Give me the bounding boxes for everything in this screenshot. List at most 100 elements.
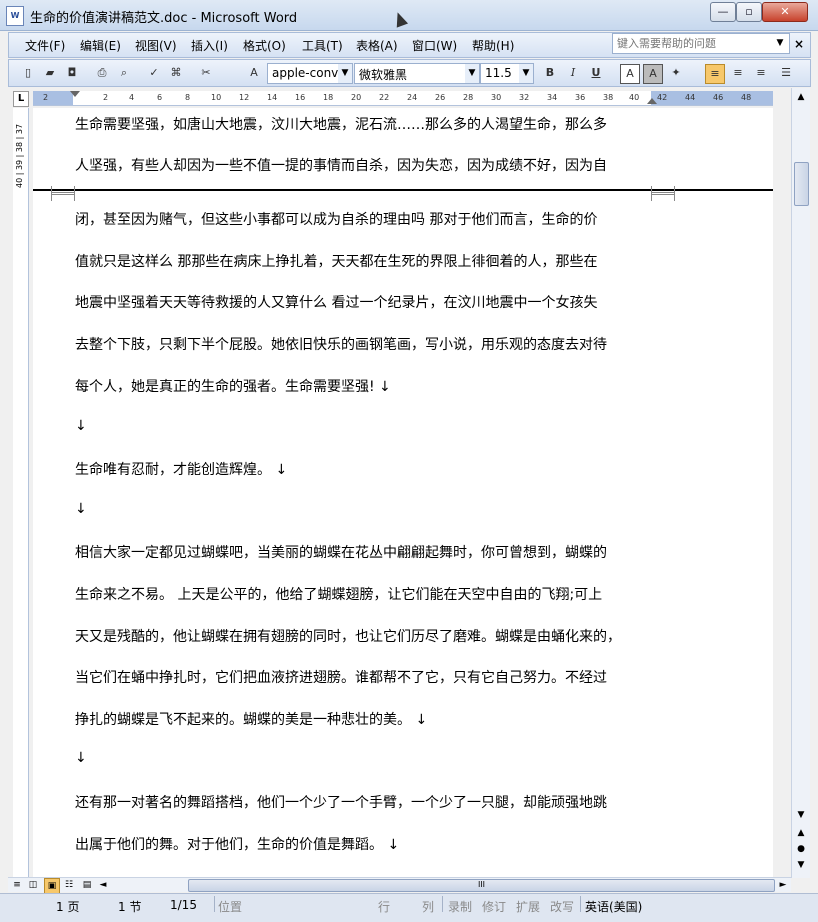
scroll-left-icon[interactable]: ◄: [96, 878, 110, 892]
text-line[interactable]: 每个人，她是真正的生命的强者。生命需要坚强! ↓: [75, 376, 391, 396]
status-line[interactable]: 行: [378, 898, 390, 915]
align-center-icon[interactable]: ≡: [729, 64, 747, 82]
normal-view-icon[interactable]: ≡: [10, 878, 24, 892]
font-combo[interactable]: 微软雅黑 ▼: [354, 63, 480, 84]
text-effect-icon[interactable]: ✦: [667, 64, 685, 82]
paragraph-mark[interactable]: ↓: [75, 418, 87, 434]
status-page-of[interactable]: 1/15: [170, 898, 197, 912]
reading-view-icon[interactable]: ▤: [80, 878, 94, 892]
font-size-combo[interactable]: 11.5 ▼: [480, 63, 534, 84]
text-line[interactable]: 生命来之不易。 上天是公平的，他给了蝴蝶翅膀，让它们能在天空中自由的飞翔;可上: [75, 584, 602, 604]
status-page[interactable]: 1 页: [56, 898, 79, 915]
menu-file[interactable]: 文件(F): [25, 37, 65, 54]
close-button[interactable]: ✕: [762, 2, 808, 22]
menu-table[interactable]: 表格(A): [356, 37, 398, 54]
align-right-icon[interactable]: ≡: [752, 64, 770, 82]
cut-icon[interactable]: ✂: [197, 64, 215, 82]
vertical-ruler[interactable]: 40 | 39 | 38 | 37: [13, 108, 29, 878]
font-color-button[interactable]: A: [620, 64, 640, 84]
status-position[interactable]: 位置: [218, 898, 242, 915]
bold-button[interactable]: B: [541, 64, 559, 82]
research-icon[interactable]: ⌘: [167, 64, 185, 82]
ruler-tick: 38: [603, 93, 614, 102]
horizontal-scrollbar[interactable]: ≡ ◫ ▣ ☷ ▤ ◄ III ►: [8, 877, 791, 894]
chevron-down-icon[interactable]: ▼: [773, 34, 787, 53]
status-track-changes[interactable]: 修订: [482, 898, 506, 915]
style-value: apple-conv: [272, 66, 339, 80]
open-folder-icon[interactable]: ▰: [41, 64, 59, 82]
text-line[interactable]: 生命需要坚强，如唐山大地震，汶川大地震，泥石流……那么多的人渴望生命，那么多: [75, 114, 607, 134]
word-app-icon[interactable]: W: [6, 6, 24, 26]
align-justify-icon[interactable]: ≡: [705, 64, 725, 84]
text-line[interactable]: 地震中坚强着天天等待救援的人又算什么 看过一个纪录片，在汶川地震中一个女孩失: [75, 292, 597, 312]
status-overtype[interactable]: 改写: [550, 898, 574, 915]
minimize-button[interactable]: —: [710, 2, 736, 22]
spelling-icon[interactable]: ✓: [145, 64, 163, 82]
text-line[interactable]: 当它们在蛹中挣扎时，它们把血液挤进翅膀。谁都帮不了它，只有它自己努力。不经过: [75, 667, 607, 687]
ruler-tick: 24: [407, 93, 418, 102]
outline-view-icon[interactable]: ☷: [62, 878, 76, 892]
select-browse-object-icon[interactable]: ●: [794, 842, 808, 856]
text-line[interactable]: 闭，甚至因为赌气，但这些小事都可以成为自杀的理由吗 那对于他们而言，生命的价: [75, 209, 597, 229]
italic-button[interactable]: I: [564, 64, 582, 82]
menu-insert[interactable]: 插入(I): [191, 37, 228, 54]
text-line[interactable]: 天又是残酷的，他让蝴蝶在拥有翅膀的同时，也让它们历尽了磨难。蝴蝶是由蛹化来的，: [75, 626, 621, 646]
status-bar: 1 页 1 节 1/15 位置 行 列 录制 修订 扩展 改写 英语(美国): [0, 893, 818, 922]
text-line[interactable]: 值就只是这样么 那那些在病床上挣扎着，天天都在生死的界限上徘徊着的人，那些在: [75, 251, 597, 271]
paragraph-mark[interactable]: ↓: [75, 750, 87, 766]
text-line[interactable]: 去整个下肢，只剩下半个屁股。她依旧快乐的画钢笔画，写小说，用乐观的态度去对待: [75, 334, 607, 354]
horizontal-ruler[interactable]: 2 2 4 6 8 10 12 14 16 18 20 22 24 26 28 …: [33, 91, 773, 106]
chevron-down-icon[interactable]: ▼: [465, 64, 479, 83]
vertical-scroll-thumb[interactable]: [794, 162, 809, 206]
title-bar[interactable]: W 生命的价值演讲稿范文.doc - Microsoft Word — ▫ ✕: [0, 0, 818, 31]
styles-icon[interactable]: A: [245, 64, 263, 82]
help-search-input[interactable]: [615, 35, 775, 51]
status-language[interactable]: 英语(美国): [585, 898, 642, 915]
tab-selector[interactable]: L: [13, 91, 29, 107]
scroll-up-icon[interactable]: ▲: [794, 90, 808, 104]
maximize-button[interactable]: ▫: [736, 2, 762, 22]
print-preview-icon[interactable]: ⌕: [115, 64, 133, 82]
text-line[interactable]: 人坚强，有些人却因为一些不值一提的事情而自杀，因为失恋，因为成绩不好，因为自: [75, 155, 607, 175]
ruler-tick: 26: [435, 93, 446, 102]
first-line-indent-marker[interactable]: [70, 91, 80, 97]
text-line[interactable]: 相信大家一定都见过蝴蝶吧，当美丽的蝴蝶在花丛中翩翩起舞时，你可曾想到，蝴蝶的: [75, 542, 607, 562]
print-icon[interactable]: ⎙: [93, 64, 111, 82]
horizontal-scroll-thumb[interactable]: III: [188, 879, 775, 892]
new-document-icon[interactable]: ▯: [19, 64, 37, 82]
menu-edit[interactable]: 编辑(E): [80, 37, 121, 54]
distribute-icon[interactable]: ☰: [777, 64, 795, 82]
web-view-icon[interactable]: ◫: [26, 878, 40, 892]
status-record[interactable]: 录制: [448, 898, 472, 915]
text-line[interactable]: 生命唯有忍耐，才能创造辉煌。 ↓: [75, 459, 287, 479]
menu-window[interactable]: 窗口(W): [412, 37, 457, 54]
highlight-button[interactable]: A: [643, 64, 663, 84]
print-layout-view-icon[interactable]: ▣: [44, 878, 60, 894]
help-search-box[interactable]: ▼: [612, 33, 790, 54]
menu-help[interactable]: 帮助(H): [472, 37, 514, 54]
style-combo[interactable]: apple-conv ▼: [267, 63, 353, 84]
next-page-icon[interactable]: ▼: [794, 858, 808, 872]
document-close-icon[interactable]: ×: [794, 37, 804, 51]
menu-format[interactable]: 格式(O): [243, 37, 286, 54]
menu-view[interactable]: 视图(V): [135, 37, 177, 54]
text-line[interactable]: 出属于他们的舞。对于他们，生命的价值是舞蹈。 ↓: [75, 834, 399, 854]
underline-button[interactable]: U: [587, 64, 605, 82]
document-page[interactable]: 生命需要坚强，如唐山大地震，汶川大地震，泥石流……那么多的人渴望生命，那么多 人…: [33, 108, 773, 878]
save-icon[interactable]: ◘: [63, 64, 81, 82]
text-line[interactable]: 挣扎的蝴蝶是飞不起来的。蝴蝶的美是一种悲壮的美。 ↓: [75, 709, 427, 729]
right-indent-marker[interactable]: [647, 98, 657, 104]
ruler-tick: 18: [323, 93, 334, 102]
chevron-down-icon[interactable]: ▼: [338, 64, 352, 83]
vertical-scrollbar[interactable]: ▲ ▼ ▲ ● ▼: [791, 88, 810, 878]
previous-page-icon[interactable]: ▲: [794, 826, 808, 840]
scroll-right-icon[interactable]: ►: [776, 878, 790, 892]
paragraph-mark[interactable]: ↓: [75, 501, 87, 517]
status-column[interactable]: 列: [422, 898, 434, 915]
chevron-down-icon[interactable]: ▼: [519, 64, 533, 83]
status-section[interactable]: 1 节: [118, 898, 141, 915]
status-extend[interactable]: 扩展: [516, 898, 540, 915]
text-line[interactable]: 还有那一对著名的舞蹈搭档，他们一个少了一个手臂，一个少了一只腿，却能顽强地跳: [75, 792, 607, 812]
menu-tools[interactable]: 工具(T): [302, 37, 343, 54]
scroll-down-icon[interactable]: ▼: [794, 808, 808, 822]
